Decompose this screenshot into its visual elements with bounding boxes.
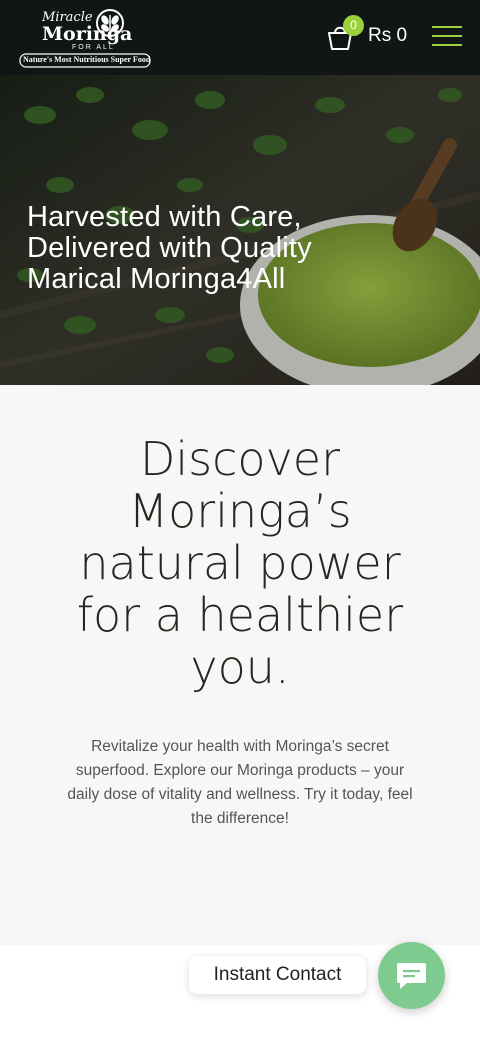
description-line: Revitalize your health with Moringa’s se… [91, 738, 389, 755]
logo-line-forall: FOR ALL [72, 44, 115, 51]
heading-line: Moringa’s [128, 484, 352, 538]
instant-contact-button[interactable] [378, 942, 445, 1009]
hero-title-line: Harvested with Care, [27, 201, 302, 233]
hamburger-menu-button[interactable] [432, 26, 462, 48]
discover-section: Discover Moringa’s natural power for a h… [0, 385, 480, 945]
heading-line: you. [190, 640, 290, 694]
description-line: daily dose of vitality and wellness. Try… [67, 786, 413, 803]
hero-title-line: Delivered with Quality [27, 232, 312, 264]
discover-description: Revitalize your health with Moringa’s se… [40, 735, 440, 831]
cart-count-badge: 0 [343, 15, 364, 36]
hamburger-line [432, 35, 462, 37]
logo-line-moringa: Moringa [42, 23, 133, 45]
instant-contact-label[interactable]: Instant Contact [189, 956, 366, 994]
cart-total[interactable]: Rs 0 [368, 25, 407, 47]
heading-line: for a healthier [76, 588, 404, 642]
description-line: the difference! [191, 810, 289, 827]
discover-heading: Discover Moringa’s natural power for a h… [40, 433, 440, 693]
hero-title-line: Marical Moringa4All [27, 263, 286, 295]
heading-line: Discover [139, 432, 341, 486]
hero-title: Harvested with Care, Delivered with Qual… [27, 202, 457, 295]
description-line: superfood. Explore our Moringa products … [75, 762, 405, 779]
site-header: Miracle Moringa FOR ALL Nature's Most Nu… [0, 0, 480, 75]
hamburger-line [432, 44, 462, 46]
logo-tagline: Nature's Most Nutritious Super Food [23, 55, 151, 64]
site-logo[interactable]: Miracle Moringa FOR ALL Nature's Most Nu… [18, 6, 158, 70]
chat-icon [397, 963, 426, 989]
heading-line: natural power [79, 536, 401, 590]
hero-banner: Harvested with Care, Delivered with Qual… [0, 75, 480, 385]
hamburger-icon [432, 26, 462, 28]
